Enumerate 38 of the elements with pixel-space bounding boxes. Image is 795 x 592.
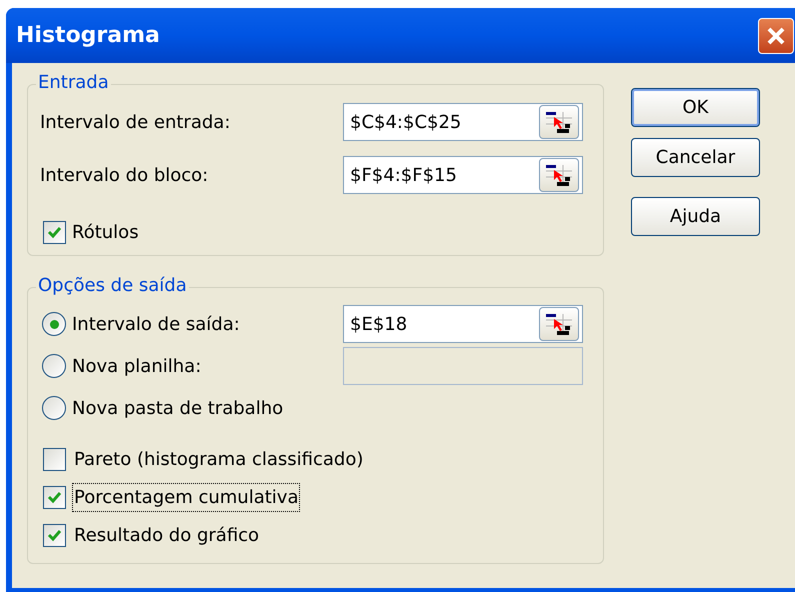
range-picker-button[interactable] xyxy=(539,105,579,139)
close-button[interactable] xyxy=(758,18,794,54)
range-select-icon xyxy=(544,109,574,135)
range-select-icon xyxy=(544,311,574,337)
checkbox-label: Pareto (histograma classificado) xyxy=(73,448,364,472)
checkmark-icon xyxy=(47,529,62,542)
dialog-button[interactable]: OK xyxy=(631,88,760,127)
dialog-button[interactable]: Cancelar xyxy=(631,138,760,177)
window-title: Histograma xyxy=(16,22,160,50)
radio-button[interactable] xyxy=(42,396,66,420)
field-label: Intervalo do bloco: xyxy=(40,164,210,188)
close-icon xyxy=(766,26,786,46)
input-field[interactable]: $C$4:$C$25 xyxy=(343,103,583,141)
checkbox[interactable] xyxy=(43,221,66,244)
range-picker-button[interactable] xyxy=(539,307,579,341)
field-value: $C$4:$C$25 xyxy=(350,110,462,134)
range-picker-button[interactable] xyxy=(539,158,579,192)
field-label: Intervalo de entrada: xyxy=(40,110,232,134)
input-field[interactable]: $E$18 xyxy=(343,305,583,343)
group-title: Opções de saída xyxy=(36,274,189,298)
radio-label: Nova pasta de trabalho xyxy=(72,396,284,420)
checkbox-label: Resultado do gráfico xyxy=(73,524,260,548)
input-field[interactable]: $F$4:$F$15 xyxy=(343,156,583,194)
range-select-icon xyxy=(544,162,574,188)
radio-label: Nova planilha: xyxy=(72,354,202,378)
checkbox[interactable] xyxy=(43,486,66,509)
radio-label: Intervalo de saída: xyxy=(72,312,240,336)
checkbox[interactable] xyxy=(43,448,66,471)
field-value: $F$4:$F$15 xyxy=(350,164,458,188)
checkbox-label: Porcentagem cumulativa xyxy=(72,483,300,512)
dialog-button[interactable]: Ajuda xyxy=(631,197,760,236)
checkbox[interactable] xyxy=(43,524,66,547)
radio-button[interactable] xyxy=(42,312,66,336)
checkbox-label: Rótulos xyxy=(72,221,139,245)
checkmark-icon xyxy=(47,491,62,504)
field-value: $E$18 xyxy=(350,312,408,336)
radio-button[interactable] xyxy=(42,354,66,378)
checkmark-icon xyxy=(47,226,62,239)
